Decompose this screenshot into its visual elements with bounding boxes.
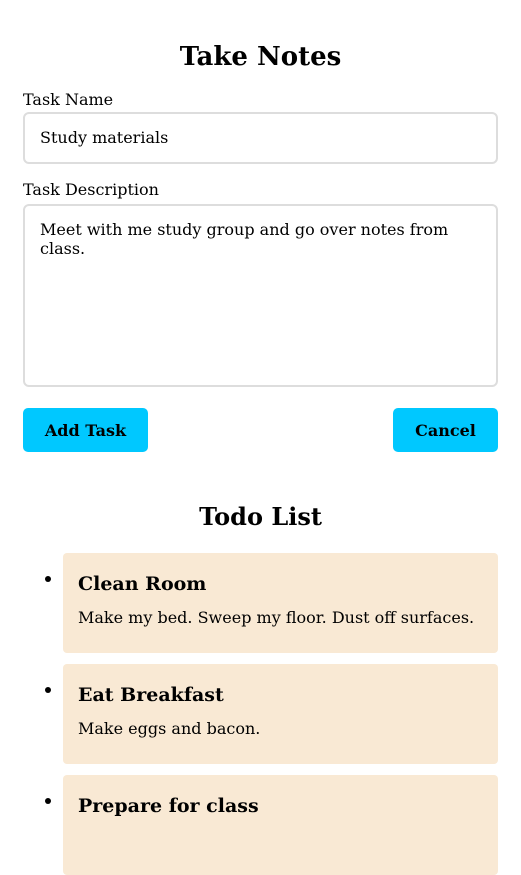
cancel-button[interactable]: Cancel (393, 408, 498, 452)
task-description-textarea[interactable]: Meet with me study group and go over not… (23, 204, 498, 387)
page: Take Notes Task Name Study materials Tas… (0, 0, 521, 875)
todo-item-title: Eat Breakfast (78, 684, 224, 706)
todo-item-title: Clean Room (78, 573, 207, 595)
todo-item-description: Make my bed. Sweep my floor. Dust off su… (78, 608, 475, 627)
task-description-label: Task Description (23, 180, 159, 199)
todo-list: Clean Room Make my bed. Sweep my floor. … (23, 553, 498, 875)
add-task-button[interactable]: Add Task (23, 408, 148, 452)
todo-item[interactable]: Prepare for class (45, 775, 498, 875)
bullet-icon (45, 687, 51, 693)
todo-item[interactable]: Clean Room Make my bed. Sweep my floor. … (45, 553, 498, 653)
bullet-icon (45, 798, 51, 804)
todo-item-title: Prepare for class (78, 795, 259, 817)
task-name-label: Task Name (23, 90, 114, 109)
todo-item[interactable]: Eat Breakfast Make eggs and bacon. (45, 664, 498, 764)
task-name-input[interactable]: Study materials (23, 112, 498, 164)
todo-list-title: Todo List (199, 502, 322, 531)
bullet-icon (45, 576, 51, 582)
page-title: Take Notes (179, 42, 342, 72)
form-actions: Add Task Cancel (23, 408, 498, 452)
todo-item-description: Make eggs and bacon. (78, 719, 261, 738)
